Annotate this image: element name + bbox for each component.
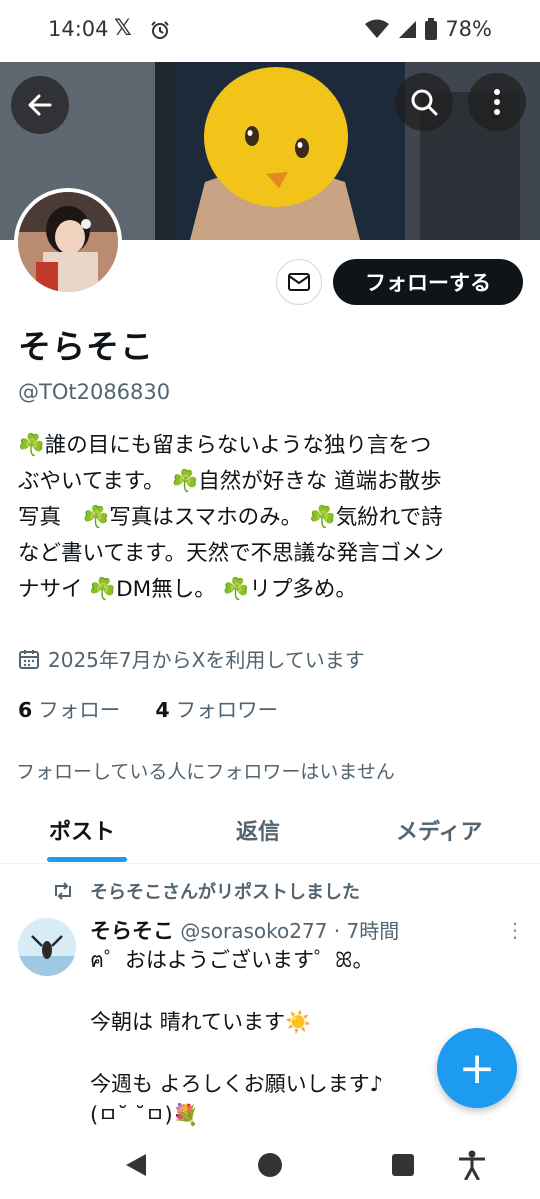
tab-posts[interactable]: ポスト xyxy=(49,814,115,846)
profile-handle: @TOt2086830 xyxy=(18,380,171,404)
more-button[interactable] xyxy=(468,73,526,131)
joined-date: 2025年7月からXを利用しています xyxy=(18,644,365,673)
post-header: そらそこ @sorasoko277 · 7時間 xyxy=(90,915,399,945)
search-button[interactable] xyxy=(395,73,453,131)
back-button[interactable] xyxy=(11,76,69,134)
battery-icon xyxy=(425,18,438,40)
post-author-handle[interactable]: @sorasoko277 xyxy=(180,919,327,943)
calendar-icon xyxy=(19,649,39,669)
tab-replies[interactable]: 返信 xyxy=(236,814,280,846)
status-right: 78% xyxy=(365,17,492,41)
nav-back-icon[interactable] xyxy=(124,1152,148,1178)
bio-line: ナサイ ☘️DM無し。 ☘️リプ多め。 xyxy=(18,577,357,602)
post-time: · 7時間 xyxy=(333,919,400,943)
repost-icon xyxy=(55,882,71,900)
plus-icon: + xyxy=(458,1042,496,1094)
tab-media[interactable]: メディア xyxy=(396,814,482,846)
followers-count: 4 xyxy=(155,698,170,722)
system-nav-bar xyxy=(0,1130,540,1199)
following-count: 6 xyxy=(18,698,33,722)
bio-line: など書いてます。天然で不思議な発言ゴメン xyxy=(18,541,445,566)
followers-link[interactable]: 4 フォロワー xyxy=(155,698,278,722)
signal-icon xyxy=(399,21,417,38)
back-arrow-icon xyxy=(28,94,52,116)
bio-line: 写真 ☘️写真はスマホのみ。 ☘️気紛れで詩 xyxy=(18,505,443,530)
profile-tabs: ポスト 返信 メディア xyxy=(0,800,540,864)
post-author-name[interactable]: そらそこ xyxy=(90,919,174,943)
message-button[interactable] xyxy=(276,259,322,305)
follow-counts: 6 フォロー 4 フォロワー xyxy=(18,693,278,723)
profile-name: そらそこ xyxy=(18,327,154,366)
more-vertical-icon xyxy=(494,89,500,115)
alarm-icon xyxy=(151,21,169,39)
status-time: 14:04 xyxy=(48,17,109,41)
compose-button[interactable]: + xyxy=(437,1028,517,1108)
avatar-image xyxy=(18,192,118,292)
wifi-icon xyxy=(365,19,390,38)
following-link[interactable]: 6 フォロー xyxy=(18,698,120,722)
x-notification-icon: 𝕏 xyxy=(114,16,132,41)
accessibility-icon[interactable] xyxy=(459,1150,485,1180)
mail-icon xyxy=(288,273,310,291)
nav-recents-icon[interactable] xyxy=(391,1153,415,1177)
following-label: フォロー xyxy=(38,698,121,722)
follow-button[interactable]: フォローする xyxy=(333,259,523,305)
profile-avatar[interactable] xyxy=(14,188,122,296)
active-tab-indicator xyxy=(47,857,127,862)
nav-home-icon[interactable] xyxy=(257,1152,283,1178)
post-author-avatar[interactable] xyxy=(18,918,76,976)
post-avatar-image xyxy=(18,918,76,976)
repost-header: そらそこさんがリポストしました xyxy=(52,878,360,904)
post-more-icon[interactable]: ⋮ xyxy=(505,918,525,942)
no-mutual-followers: フォローしている人にフォロワーはいません xyxy=(16,761,395,783)
battery-level: 78% xyxy=(445,17,492,41)
joined-text: 2025年7月からXを利用しています xyxy=(48,648,365,672)
profile-bio: ☘️誰の目にも留まらないような独り言をつ ぶやいてます。 ☘️自然が好きな 道端… xyxy=(18,428,524,608)
repost-label: そらそこさんがリポストしました xyxy=(90,882,360,903)
bio-line: ぶやいてます。 ☘️自然が好きな 道端お散歩 xyxy=(18,469,442,494)
status-bar: 14:04 𝕏 78% xyxy=(0,0,540,62)
post-text: ฅ゜おはようございます゜ꕤ。 今朝は 晴れています☀️ 今週も よろしくお願いし… xyxy=(90,948,384,1127)
followers-label: フォロワー xyxy=(175,698,279,722)
search-icon xyxy=(411,89,438,116)
bio-line: ☘️誰の目にも留まらないような独り言をつ xyxy=(18,433,432,458)
